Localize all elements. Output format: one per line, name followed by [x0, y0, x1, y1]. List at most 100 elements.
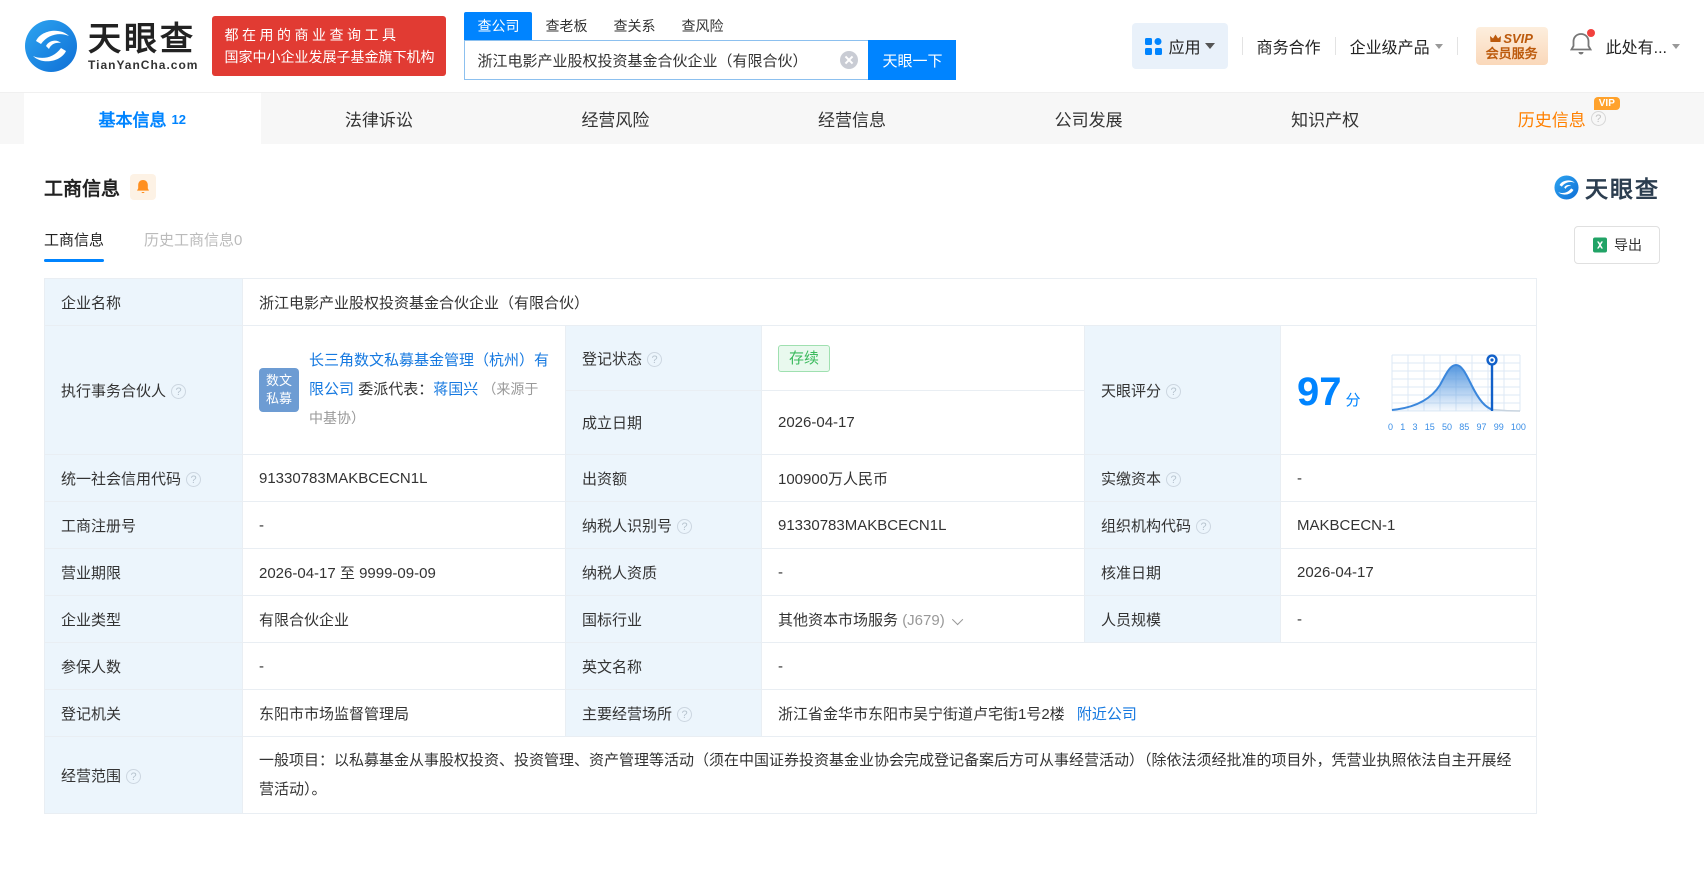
search-input[interactable] [464, 40, 869, 80]
search-button[interactable]: 天眼一下 [868, 40, 957, 80]
help-icon[interactable]: ? [1166, 383, 1182, 399]
chevron-down-icon [1204, 43, 1215, 49]
value-staff-size: - [1279, 595, 1538, 643]
value-company-type: 有限合伙企业 [242, 595, 566, 643]
notification-dot [1586, 28, 1595, 37]
chevron-down-icon [1434, 43, 1443, 49]
brand-name: 天眼查 [88, 19, 196, 57]
help-icon[interactable]: ? [647, 351, 663, 367]
apps-menu-button[interactable]: 应用 [1131, 23, 1228, 69]
value-taxpayer-quality: - [761, 548, 1085, 596]
excel-icon [1593, 237, 1607, 253]
table-row: 执行事务合伙人? 数文 私募 长三角数文私募基金管理（杭州）有限公司 委派代表：… [44, 325, 1538, 455]
slogan-line2: 国家中小企业发展子基金旗下机构 [224, 49, 435, 65]
subtab-1[interactable]: 工商信息 [44, 229, 105, 262]
private-fund-tag: 数文 私募 [259, 368, 299, 412]
label-registration-status: 登记状态? [565, 325, 762, 391]
svip-service-label: 会员服务 [1485, 46, 1538, 61]
monitor-bell-button[interactable] [130, 174, 157, 200]
company-nav-tabs: 基本信息 12 法律诉讼 经营风险 经营信息 公司发展 知识产权 历史信息 VIP? [0, 92, 1704, 144]
value-establish-date: 2026-04-17 [761, 390, 1085, 455]
chevron-down-icon [1672, 43, 1680, 49]
value-executive-partner: 数文 私募 长三角数文私募基金管理（杭州）有限公司 委派代表：蒋国兴 （来源于中… [242, 325, 566, 455]
apps-label: 应用 [1168, 40, 1201, 57]
expand-industry-icon[interactable] [951, 613, 964, 625]
label-company-type: 企业类型 [44, 595, 243, 643]
apps-grid-icon [1144, 37, 1162, 55]
tab-count-badge: 12 [171, 112, 187, 127]
table-row: 企业类型 有限合伙企业 国标行业 其他资本市场服务 (J679) 人员规模 - [44, 595, 1538, 643]
search-block: 查公司查老板查关系查风险 天眼一下 [464, 12, 957, 80]
label-business-scope: 经营范围? [44, 736, 243, 814]
table-row: 企业名称 浙江电影产业股权投资基金合伙企业（有限合伙） [44, 278, 1538, 326]
axis-tick: 15 [1424, 421, 1435, 432]
divider [1241, 37, 1243, 55]
business-cooperation-link[interactable]: 商务合作 [1257, 34, 1321, 58]
main-tab-4[interactable]: 经营信息 [734, 93, 971, 144]
nearby-companies-link[interactable]: 附近公司 [1077, 706, 1137, 723]
value-registration-number: - [242, 501, 566, 549]
value-approval-date: 2026-04-17 [1279, 548, 1538, 596]
label-staff-size: 人员规模 [1084, 595, 1281, 643]
business-info-table: 企业名称 浙江电影产业股权投资基金合伙企业（有限合伙） 执行事务合伙人? 数文 … [44, 278, 1538, 814]
main-tab-5[interactable]: 公司发展 [970, 93, 1207, 144]
value-business-address: 浙江省金华市东阳市吴宁街道卢宅街1号2楼 附近公司 [760, 689, 1538, 737]
axis-tick: 99 [1493, 421, 1504, 432]
username-label: 此处有... [1605, 40, 1667, 57]
main-tab-1[interactable]: 基本信息 12 [24, 93, 261, 144]
enterprise-products-label: 企业级产品 [1349, 40, 1430, 57]
notifications-button[interactable] [1569, 28, 1595, 61]
table-row: 参保人数 - 英文名称 - [44, 642, 1538, 690]
slogan-badge: 都在用的商业查询工具 国家中小企业发展子基金旗下机构 [212, 16, 447, 76]
crown-icon [1490, 34, 1502, 42]
search-tab-4[interactable]: 查风险 [668, 12, 736, 40]
main-tab-3[interactable]: 经营风险 [497, 93, 734, 144]
tianyancha-watermark-icon [1554, 174, 1579, 200]
label-industry: 国标行业 [565, 595, 762, 643]
help-icon[interactable]: ? [1590, 111, 1606, 126]
help-icon[interactable]: ? [677, 518, 693, 534]
search-tab-2[interactable]: 查老板 [532, 12, 600, 40]
value-taxpayer-id: 91330783MAKBCECN1L [761, 501, 1085, 549]
value-business-term: 2026-04-17 至 9999-09-09 [242, 548, 566, 596]
main-tab-6[interactable]: 知识产权 [1207, 93, 1444, 144]
score-chart-axis: 0 1 3 15 50 85 97 99 100 [1388, 422, 1526, 432]
main-tab-2[interactable]: 法律诉讼 [261, 93, 498, 144]
label-approval-date: 核准日期 [1084, 548, 1281, 596]
search-tab-3[interactable]: 查关系 [600, 12, 668, 40]
value-tianyan-score[interactable]: 97 分 0 1 3 15 50 85 97 99 100 [1279, 325, 1538, 455]
table-row: 工商注册号 - 纳税人识别号? 91330783MAKBCECN1L 组织机构代… [44, 501, 1538, 549]
help-icon[interactable]: ? [677, 706, 693, 722]
value-english-name: - [760, 642, 1538, 690]
help-icon[interactable]: ? [1196, 518, 1212, 534]
main-tab-7[interactable]: 历史信息 VIP? [1443, 93, 1680, 144]
bell-icon [137, 180, 150, 194]
label-registration-number: 工商注册号 [44, 501, 243, 549]
help-icon[interactable]: ? [171, 383, 187, 399]
svip-member-button[interactable]: SVIP 会员服务 [1475, 27, 1548, 65]
label-business-term: 营业期限 [44, 548, 243, 596]
export-button[interactable]: 导出 [1574, 226, 1660, 264]
watermark-brand: 天眼查 [1585, 176, 1660, 202]
slogan-line1: 都在用的商业查询工具 [224, 27, 400, 43]
search-type-tabs: 查公司 查老板 查关系 查风险 [464, 12, 956, 40]
user-menu[interactable]: 此处有... [1606, 34, 1680, 58]
export-label: 导出 [1614, 237, 1642, 253]
value-registration-authority: 东阳市市场监督管理局 [242, 689, 566, 737]
help-icon[interactable]: ? [186, 471, 202, 487]
axis-tick: 97 [1476, 421, 1487, 432]
table-row: 经营范围? 一般项目：以私募基金从事股权投资、投资管理、资产管理等活动（须在中国… [44, 736, 1538, 814]
search-tab-1[interactable]: 查公司 [464, 12, 533, 40]
axis-tick: 0 [1388, 421, 1394, 432]
help-icon[interactable]: ? [126, 768, 142, 784]
table-row: 营业期限 2026-04-17 至 9999-09-09 纳税人资质 - 核准日… [44, 548, 1538, 596]
label-business-address: 主要经营场所? [565, 689, 762, 737]
representative-link[interactable]: 蒋国兴 [433, 381, 478, 398]
enterprise-products-link[interactable]: 企业级产品 [1350, 34, 1443, 58]
help-icon[interactable]: ? [1166, 471, 1182, 487]
tianyancha-logo[interactable]: 天眼查 TianYanCha.com [24, 19, 198, 73]
label-capital: 出资额 [565, 454, 762, 502]
subtab-2[interactable]: 历史工商信息0 [144, 229, 242, 262]
score-number: 97 分 [1297, 370, 1361, 414]
table-row: 登记机关 东阳市市场监督管理局 主要经营场所? 浙江省金华市东阳市吴宁街道卢宅街… [44, 689, 1538, 737]
